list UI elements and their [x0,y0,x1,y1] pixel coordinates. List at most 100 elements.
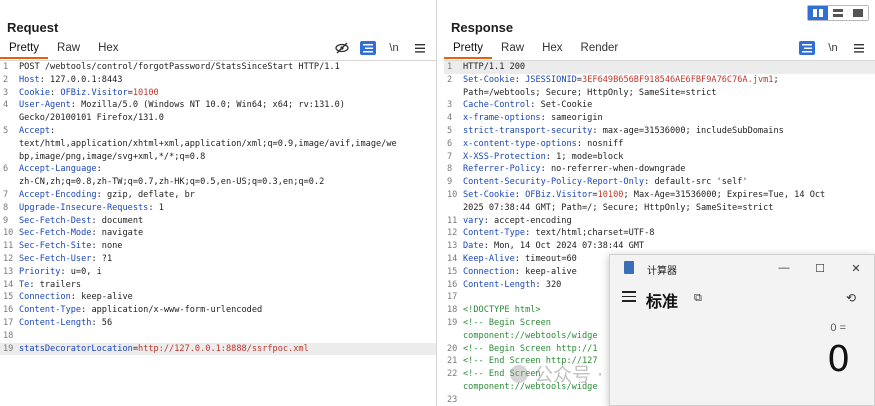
line-code: Content-Length: 56 [19,317,112,330]
line-code: Cache-Control: Set-Cookie [463,99,592,112]
code-line[interactable]: 2 Set-Cookie: JSESSIONID=3EF649B656BF9185… [444,74,875,87]
request-tab-pretty[interactable]: Pretty [0,40,49,59]
code-line[interactable]: 11 Sec-Fetch-Site: none [0,240,436,253]
line-code: Sec-Fetch-Site: none [19,240,122,253]
request-tab-raw[interactable]: Raw [48,40,89,59]
line-code: Connection: keep-alive [463,266,577,279]
code-line[interactable]: 7 X-XSS-Protection: 1; mode=block [444,151,875,164]
code-key: Sec-Fetch-User [19,253,92,264]
code-text: : ?1 [91,253,113,264]
minimize-button[interactable]: — [766,255,802,281]
code-line[interactable]: 6 Accept-Language: [0,163,436,176]
code-line[interactable]: 10 Sec-Fetch-Mode: navigate [0,227,436,240]
code-line[interactable]: 12 Content-Type: text/html;charset=UTF-8 [444,227,875,240]
code-line[interactable]: 9 Content-Security-Policy-Report-Only: de… [444,176,875,189]
code-line[interactable]: Path=/webtools; Secure; HttpOnly; SameSi… [444,87,875,100]
code-line[interactable]: 17 Content-Length: 56 [0,317,436,330]
line-number: 18 [3,330,14,341]
line-number: 9 [3,215,9,226]
code-text: : keep-alive [514,266,577,277]
line-number: 23 [447,394,458,405]
line-code: 2025 07:38:44 GMT; Path=/; Secure; HttpO… [463,202,773,215]
code-line[interactable]: 4 x-frame-options: sameorigin [444,112,875,125]
response-tab-hex[interactable]: Hex [533,40,571,59]
code-line[interactable]: 19 statsDecoratorLocation=http://127.0.0.… [0,342,436,356]
code-line[interactable]: 3 Cookie: OFBiz.Visitor=10100 [0,87,436,100]
code-line[interactable]: 15 Connection: keep-alive [0,291,436,304]
code-line[interactable]: zh-CN,zh;q=0.8,zh-TW;q=0.7,zh-HK;q=0.5,e… [0,176,436,189]
code-line[interactable]: 7 Accept-Encoding: gzip, deflate, br [0,189,436,202]
request-tab-hex[interactable]: Hex [89,40,127,59]
request-editor[interactable]: 1 POST /webtools/control/forgotPassword/S… [0,60,436,406]
line-code: Gecko/20100101 Firefox/131.0 [19,112,164,125]
newline-toggle-icon[interactable]: \n [386,41,402,55]
code-line[interactable]: 8 Referrer-Policy: no-referrer-when-downg… [444,163,875,176]
code-key: OFBiz.Visitor [60,87,128,98]
line-number: 3 [447,100,453,111]
line-code: Set-Cookie: JSESSIONID=3EF649B656BF91854… [463,74,779,87]
code-text: : u=0, i [60,266,102,277]
code-line[interactable]: 16 Content-Type: application/x-www-form-u… [0,304,436,317]
line-code: x-frame-options: sameorigin [463,112,603,125]
response-tab-pretty[interactable]: Pretty [444,40,493,59]
code-line[interactable]: 1 POST /webtools/control/forgotPassword/S… [0,61,436,74]
code-key: Date [463,241,484,252]
code-key: Content-Security-Policy-Report-Only [463,177,645,188]
menu-icon[interactable] [412,41,428,55]
code-line[interactable]: 10 Set-Cookie: OFBiz.Visitor=10100; Max-A… [444,189,875,202]
code-line[interactable]: 11 vary: accept-encoding [444,215,875,228]
code-line[interactable]: 18 [0,330,436,343]
code-line[interactable]: 3 Cache-Control: Set-Cookie [444,99,875,112]
code-line[interactable]: 12 Sec-Fetch-User: ?1 [0,253,436,266]
code-line[interactable]: 4 User-Agent: Mozilla/5.0 (Windows NT 10.… [0,99,436,112]
menu-icon[interactable] [851,41,867,55]
code-key: x-content-type-options [463,138,577,149]
code-line[interactable]: 2025 07:38:44 GMT; Path=/; Secure; HttpO… [444,202,875,215]
hamburger-menu-icon[interactable] [622,291,636,305]
line-code: Connection: keep-alive [19,291,133,304]
code-line[interactable]: 9 Sec-Fetch-Dest: document [0,215,436,228]
response-tab-render[interactable]: Render [572,40,628,59]
line-code: Priority: u=0, i [19,266,102,279]
calculator-titlebar[interactable]: 计算器 — ☐ ✕ [610,255,874,281]
close-button[interactable]: ✕ [838,255,874,281]
keep-on-top-icon[interactable]: ⧉ [694,292,702,305]
code-line[interactable]: 13 Date: Mon, 14 Oct 2024 07:38:44 GMT [444,240,875,253]
hide-icon[interactable] [334,41,350,55]
code-text: text/html,application/xhtml+xml,applicat… [19,138,397,149]
code-comment: component://webtools/widge [463,330,598,341]
pretty-print-icon[interactable] [799,41,815,55]
calculator-window: 计算器 — ☐ ✕ 标准 ⧉ ⟲ 0 = 0 [609,254,875,406]
line-number: 13 [3,266,14,277]
line-number: 1 [3,62,9,72]
code-line[interactable]: text/html,application/xhtml+xml,applicat… [0,138,436,151]
code-line[interactable]: bp,image/png,image/svg+xml,*/*;q=0.8 [0,151,436,164]
code-value: 10100 [132,87,159,98]
history-icon[interactable]: ⟲ [846,291,856,305]
newline-toggle-icon[interactable]: \n [825,41,841,55]
line-number: 1 [447,62,453,72]
code-line[interactable]: 1 HTTP/1.1 200 [444,61,875,74]
line-code: x-content-type-options: nosniff [463,138,623,151]
code-line[interactable]: Gecko/20100101 Firefox/131.0 [0,112,436,125]
code-key: Content-Length [19,317,92,328]
code-line[interactable]: 13 Priority: u=0, i [0,266,436,279]
code-text: : 320 [535,279,562,290]
line-code: vary: accept-encoding [463,215,572,228]
code-text: : sameorigin [540,113,603,124]
code-line[interactable]: 8 Upgrade-Insecure-Requests: 1 [0,202,436,215]
code-text: : 56 [91,317,113,328]
code-line[interactable]: 2 Host: 127.0.0.1:8443 [0,74,436,87]
line-number: 21 [447,356,458,367]
pretty-print-icon[interactable] [360,41,376,55]
code-line[interactable]: 14 Te: trailers [0,279,436,292]
maximize-button[interactable]: ☐ [802,255,838,281]
code-line[interactable]: 6 x-content-type-options: nosniff [444,138,875,151]
line-number: 11 [3,241,14,252]
code-line[interactable]: 5 strict-transport-security: max-age=3153… [444,125,875,138]
request-tabs: Pretty Raw Hex [0,40,128,59]
line-code: component://webtools/widge [463,330,598,343]
code-line[interactable]: 5 Accept: [0,125,436,138]
code-key: User-Agent [19,100,71,111]
response-tab-raw[interactable]: Raw [492,40,533,59]
